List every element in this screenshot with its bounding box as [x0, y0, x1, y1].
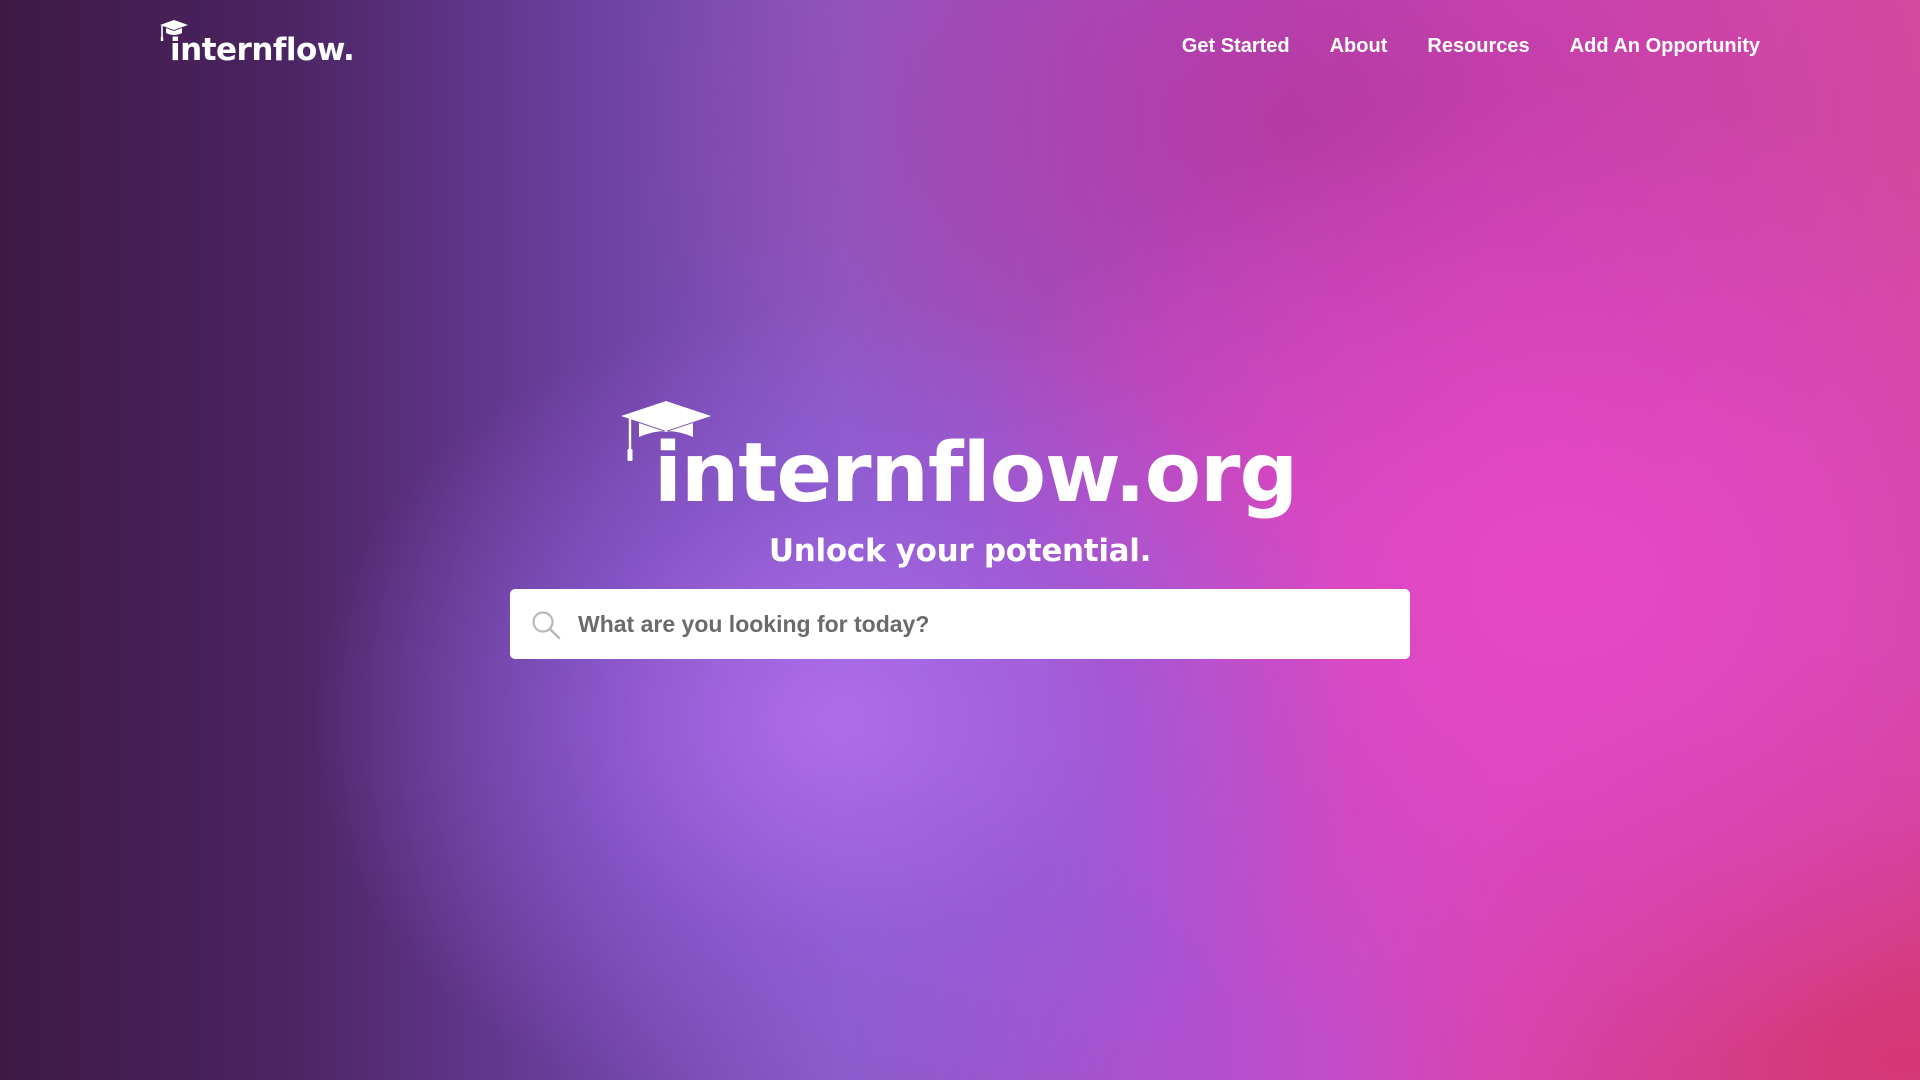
- hero-title: internflow.org: [653, 426, 1298, 521]
- graduation-cap-icon: [620, 401, 711, 461]
- search-box[interactable]: [510, 589, 1410, 659]
- nav-resources-link[interactable]: Resources: [1427, 33, 1529, 59]
- nav-about-link[interactable]: About: [1330, 33, 1388, 59]
- hero-logo: internflow.org: [620, 395, 1298, 525]
- brand-logo[interactable]: internflow.: [160, 18, 355, 68]
- graduation-cap-icon: [160, 20, 188, 41]
- hero-section: internflow.org Unlock your potential.: [0, 395, 1920, 570]
- search-input[interactable]: [578, 589, 1388, 659]
- nav-add-opportunity-link[interactable]: Add An Opportunity: [1570, 33, 1760, 59]
- nav-get-started-link[interactable]: Get Started: [1182, 33, 1290, 59]
- search-icon: [532, 611, 561, 640]
- hero-tagline: Unlock your potential.: [768, 533, 1152, 569]
- site-header: internflow. Get Started About Resources …: [0, 0, 1920, 95]
- brand-wordmark: internflow.: [170, 32, 355, 68]
- main-nav: Get Started About Resources Add An Oppor…: [1182, 33, 1760, 59]
